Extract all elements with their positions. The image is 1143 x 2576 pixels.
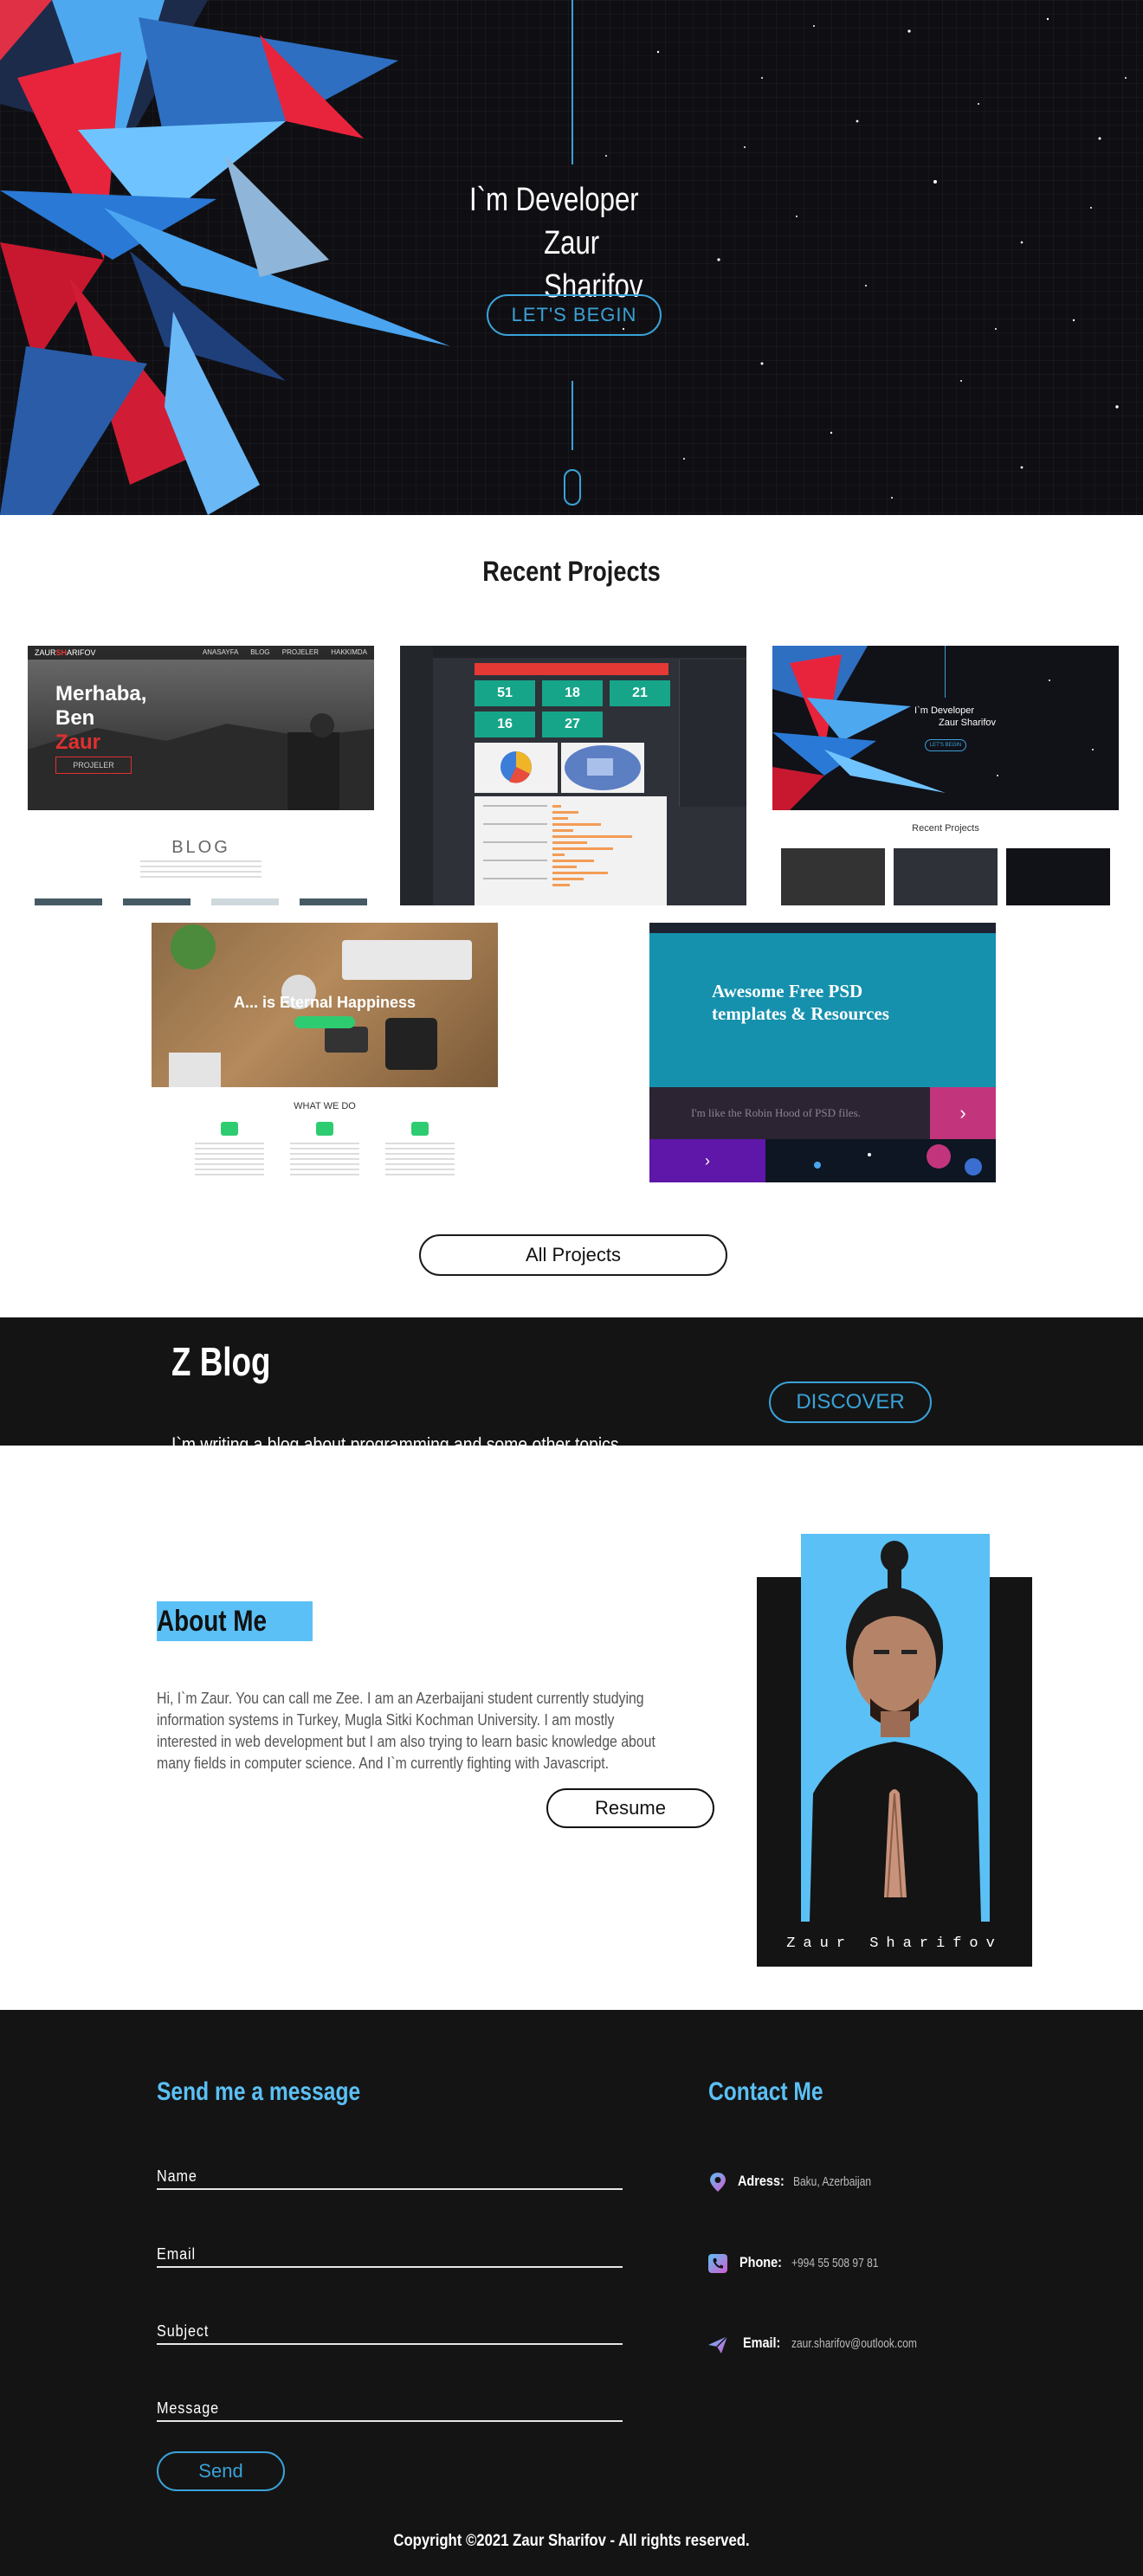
copyright: Copyright ©2021 Zaur Sharifov - All righ… bbox=[393, 2532, 750, 2550]
chevron-right-icon: › bbox=[649, 1139, 765, 1182]
projects-title: Recent Projects bbox=[482, 556, 661, 587]
project-preview-nav: ZAURSHARIFOV ANASAYFA BLOG PROJELER HAKK… bbox=[28, 646, 374, 660]
project-card-psd-site[interactable]: Awesome Free PSD templates & Resources I… bbox=[649, 923, 996, 1182]
project-preview-hero: ZAURSHARIFOV ANASAYFA BLOG PROJELER HAKK… bbox=[28, 646, 374, 810]
subject-field-label: Subject bbox=[157, 2322, 210, 2340]
hero-line-1: I`m Developer bbox=[469, 182, 639, 218]
discover-button[interactable]: DISCOVER bbox=[769, 1381, 932, 1423]
project-preview-thumbs bbox=[781, 848, 1110, 905]
phone-value: +994 55 508 97 81 bbox=[791, 2256, 879, 2270]
email-field[interactable]: Email bbox=[157, 2242, 623, 2268]
lets-begin-button[interactable]: LET'S BEGIN bbox=[487, 294, 662, 336]
dashboard-stat-card: 21 bbox=[610, 680, 670, 706]
all-projects-button[interactable]: All Projects bbox=[419, 1234, 727, 1276]
dashboard-alert bbox=[475, 663, 668, 675]
location-pin-icon bbox=[710, 2173, 726, 2192]
project-preview-subtitle: Recent Projects bbox=[912, 823, 979, 834]
scroll-indicator[interactable] bbox=[564, 469, 581, 506]
abstract-shards-art bbox=[0, 0, 450, 515]
dashboard-map-panel bbox=[561, 743, 644, 793]
dashboard-bar-chart bbox=[475, 796, 667, 905]
message-field-label: Message bbox=[157, 2399, 220, 2417]
project-preview-nav bbox=[649, 923, 996, 933]
address-value: Baku, Azerbaijan bbox=[793, 2174, 872, 2189]
send-message-title: Send me a message bbox=[157, 2077, 361, 2106]
name-field[interactable]: Name bbox=[157, 2164, 623, 2190]
send-button[interactable]: Send bbox=[157, 2451, 285, 2491]
dashboard-right-panel bbox=[679, 660, 746, 807]
blog-section: Z Blog I`m writing a blog about programm… bbox=[0, 1317, 1143, 1455]
project-card-dashboard[interactable]: 51 18 21 16 27 bbox=[400, 646, 746, 905]
phone-label: Phone: bbox=[739, 2254, 782, 2270]
project-preview-text-lines bbox=[140, 860, 262, 879]
resume-button[interactable]: Resume bbox=[546, 1788, 714, 1828]
message-field[interactable]: Message bbox=[157, 2396, 623, 2422]
project-preview-tagline: I'm like the Robin Hood of PSD files. bbox=[649, 1087, 930, 1139]
chevron-right-icon: › bbox=[930, 1087, 996, 1139]
dashboard-sidebar bbox=[400, 646, 433, 905]
project-preview-cards bbox=[35, 898, 367, 905]
hero-section: I`m Developer Zaur Sharifov LET'S BEGIN bbox=[0, 0, 1143, 515]
about-text: Hi, I`m Zaur. You can call me Zee. I am … bbox=[157, 1690, 655, 1772]
email-field-label: Email bbox=[157, 2245, 197, 2263]
project-preview-space-image bbox=[765, 1139, 996, 1182]
dashboard-stat-card: 51 bbox=[475, 680, 535, 706]
dashboard-stat-card: 16 bbox=[475, 712, 535, 737]
email-value[interactable]: zaur.sharifov@outlook.com bbox=[791, 2336, 917, 2351]
dashboard-pie-panel bbox=[475, 743, 558, 793]
phone-icon bbox=[708, 2254, 727, 2273]
name-field-label: Name bbox=[157, 2167, 197, 2185]
hero-divider-bottom bbox=[572, 381, 573, 450]
blog-title: Z Blog bbox=[171, 1339, 271, 1384]
dashboard-stat-card: 27 bbox=[542, 712, 603, 737]
project-card-this-portfolio[interactable]: I`m Developer Zaur Sharifov LET'S BEGIN … bbox=[772, 646, 1119, 905]
blog-description: I`m writing a blog about programming and… bbox=[171, 1433, 623, 1455]
photo-caption: Zaur Sharifov bbox=[786, 1935, 1003, 1952]
paper-plane-icon bbox=[708, 2335, 728, 2354]
project-preview-blog-heading: BLOG bbox=[171, 838, 230, 857]
email-label: Email: bbox=[743, 2334, 781, 2351]
hero-headline: I`m Developer Zaur Sharifov bbox=[469, 178, 643, 308]
hero-divider-top bbox=[572, 0, 573, 164]
project-card-portfolio-tr[interactable]: ZAURSHARIFOV ANASAYFA BLOG PROJELER HAKK… bbox=[28, 646, 374, 905]
project-card-landing[interactable]: A... is Eternal Happiness WHAT WE DO bbox=[152, 923, 498, 1182]
dashboard-stat-card: 18 bbox=[542, 680, 603, 706]
contact-me-title: Contact Me bbox=[708, 2077, 823, 2106]
project-preview-desk: A... is Eternal Happiness bbox=[152, 923, 498, 1087]
profile-photo bbox=[801, 1534, 990, 1922]
about-title: About Me bbox=[157, 1601, 313, 1641]
subject-field[interactable]: Subject bbox=[157, 2319, 623, 2345]
address-label: Adress: bbox=[738, 2173, 785, 2189]
project-preview-what-we-do: WHAT WE DO bbox=[294, 1101, 356, 1111]
